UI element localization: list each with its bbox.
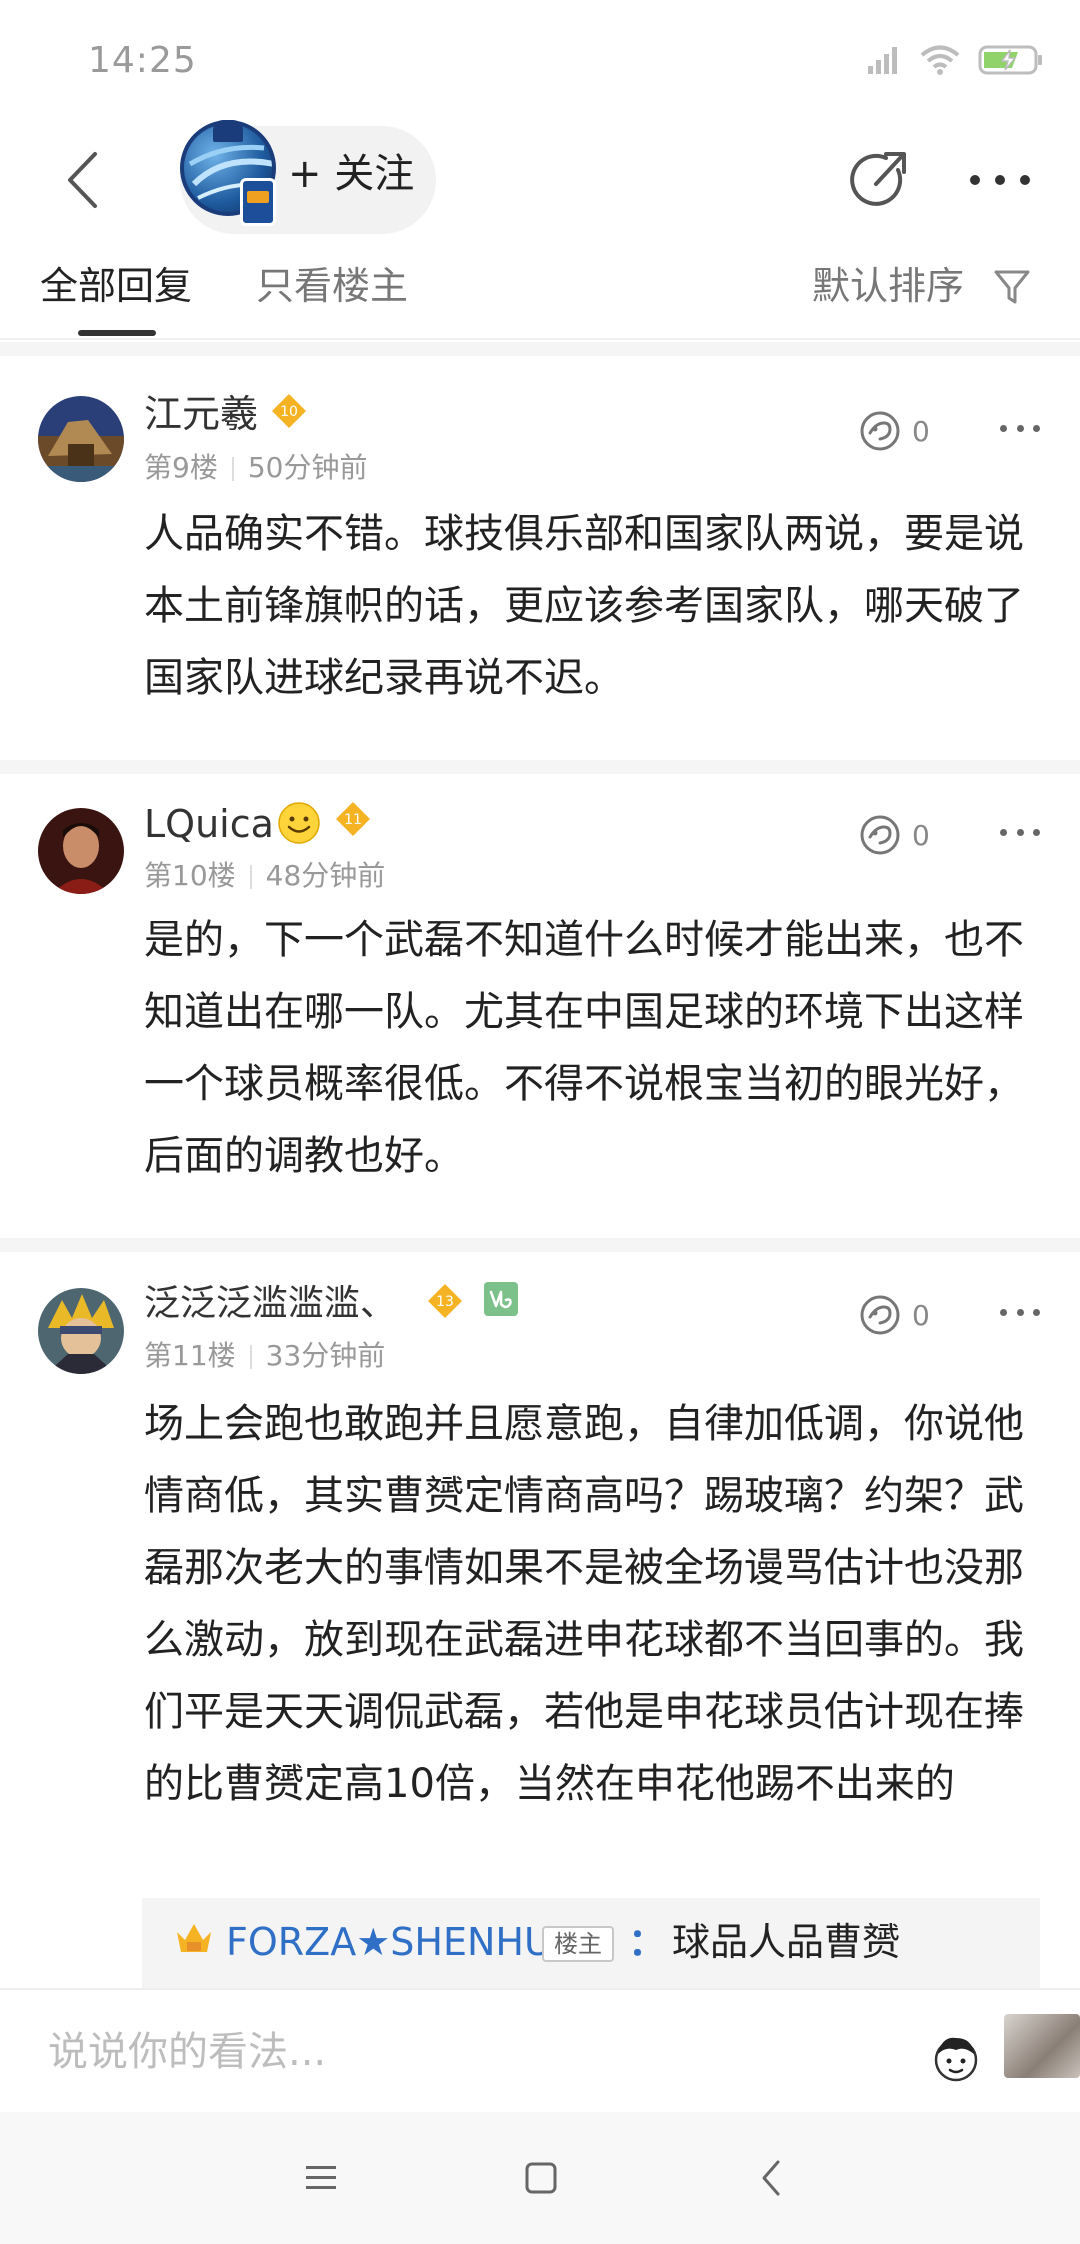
comment-input-bar: 说说你的看法... xyxy=(0,1988,1080,2112)
filter-icon[interactable] xyxy=(992,266,1032,306)
level-badge-icon: 13 xyxy=(428,1284,462,1318)
like-count: 0 xyxy=(912,818,930,852)
wifi-icon xyxy=(920,45,960,75)
more-dot-icon xyxy=(1033,1308,1040,1316)
level-number: 10 xyxy=(280,404,298,420)
smiley-emoji-icon xyxy=(278,802,320,844)
share-button[interactable] xyxy=(840,140,920,220)
comment-floor-11: 泛泛泛滥滥滥、 13 第11楼 33分钟前 0 场上会跑也敢跑并且愿意跑，自律加低… xyxy=(0,1252,1080,1988)
follow-label: + 关注 xyxy=(288,151,415,197)
nav-back-icon[interactable] xyxy=(746,2156,796,2200)
comment-text: 场上会跑也敢跑并且愿意跑，自律加低调，你说他情商低，其实曹赟定情商高吗？踢玻璃？… xyxy=(144,1401,1024,1807)
meta-divider xyxy=(231,457,234,481)
meta-divider xyxy=(249,1345,252,1369)
more-dot-icon xyxy=(1000,424,1007,432)
floor-number: 第9楼 xyxy=(144,451,218,484)
more-dot-icon xyxy=(995,175,1005,185)
comment-floor-9: 江元羲 10 第9楼 50分钟前 0 人品确实不错。球技俱乐部和国家队两说，要是说… xyxy=(0,356,1080,760)
floor-number: 第11楼 xyxy=(144,1339,236,1372)
reply-tabs: 全部回复 只看楼主 默认排序 xyxy=(0,240,1080,340)
post-time: 48分钟前 xyxy=(265,859,386,892)
like-button[interactable]: 0 xyxy=(858,1290,948,1340)
comment-meta: 第9楼 50分钟前 xyxy=(144,448,367,488)
reply-colon: ： xyxy=(628,1920,667,1964)
like-count: 0 xyxy=(912,1298,930,1332)
tab-all-replies[interactable]: 全部回复 xyxy=(40,260,192,312)
more-dot-icon xyxy=(1016,424,1024,432)
battery-charging-icon xyxy=(978,45,1042,75)
comment-more-button[interactable] xyxy=(1000,822,1040,842)
comment-input[interactable]: 说说你的看法... xyxy=(48,2026,326,2078)
comment-more-button[interactable] xyxy=(1000,1302,1040,1322)
more-dot-icon xyxy=(1033,828,1040,836)
more-dot-icon xyxy=(1016,828,1024,836)
section-divider xyxy=(0,1238,1080,1252)
status-bar: 14:25 xyxy=(0,0,1080,120)
user-avatar-image xyxy=(38,808,124,894)
section-divider xyxy=(0,342,1080,356)
username[interactable]: LQuica xyxy=(144,800,274,848)
more-dot-icon xyxy=(1033,424,1040,432)
share-icon xyxy=(850,152,906,206)
more-dot-icon xyxy=(1000,1308,1007,1316)
menu-icon[interactable] xyxy=(296,2156,346,2200)
post-replies-screen: 14:25 + 关注 全部回复 只看楼主 默认排序 江元羲 10 第9楼 50分… xyxy=(0,0,1080,2244)
level-badge-icon: 11 xyxy=(336,802,370,836)
username[interactable]: 江元羲 xyxy=(144,390,258,438)
more-dot-icon xyxy=(1020,175,1030,185)
thumbs-up-icon xyxy=(860,815,900,855)
comment-floor-10: LQuica 11 第10楼 48分钟前 0 是的，下一个武磊不知道什么时候才能出 xyxy=(0,774,1080,1238)
forum-official-badge xyxy=(240,178,276,226)
comment-text: 人品确实不错。球技俱乐部和国家队两说，要是说本土前锋旗帜的话，更应该参考国家队，… xyxy=(144,511,1024,701)
floor-number: 第10楼 xyxy=(144,859,236,892)
more-dot-icon xyxy=(970,175,980,185)
level-number: 13 xyxy=(436,1294,454,1310)
system-navigation-bar xyxy=(0,2112,1080,2244)
tab-owner-only[interactable]: 只看楼主 xyxy=(256,260,408,312)
thumbs-up-icon xyxy=(860,411,900,451)
thumbs-up-icon xyxy=(860,1295,900,1335)
header-bar: + 关注 xyxy=(0,120,1080,240)
username-text: LQuica xyxy=(144,802,274,846)
like-button[interactable]: 0 xyxy=(858,406,948,456)
emoji-sticker-icon[interactable] xyxy=(928,2030,984,2086)
post-time: 33分钟前 xyxy=(265,1339,386,1372)
more-dot-icon xyxy=(1000,828,1007,836)
reply-text: 球品人品曹赟 xyxy=(672,1920,901,1964)
sub-reply-preview[interactable]: FORZA★SHENHUA 楼主 ： 球品人品曹赟 xyxy=(142,1898,1040,1988)
user-avatar[interactable] xyxy=(38,396,124,482)
forum-star-icon xyxy=(213,120,243,142)
meta-divider xyxy=(249,865,252,889)
home-icon[interactable] xyxy=(516,2156,566,2200)
comment-meta: 第10楼 48分钟前 xyxy=(144,856,385,896)
more-options-button[interactable] xyxy=(970,140,1030,220)
active-tab-indicator xyxy=(78,330,156,336)
status-time: 14:25 xyxy=(88,40,197,81)
capricorn-zodiac-icon xyxy=(484,1282,518,1316)
like-count: 0 xyxy=(912,414,930,448)
user-avatar[interactable] xyxy=(38,808,124,894)
user-avatar-image xyxy=(38,396,124,482)
comment-meta: 第11楼 33分钟前 xyxy=(144,1336,385,1376)
post-time: 50分钟前 xyxy=(247,451,368,484)
owner-tag: 楼主 xyxy=(542,1926,614,1962)
level-badge-icon: 10 xyxy=(272,394,306,428)
chevron-left-icon xyxy=(68,152,97,208)
user-avatar[interactable] xyxy=(38,1288,124,1374)
comment-more-button[interactable] xyxy=(1000,418,1040,438)
like-button[interactable]: 0 xyxy=(858,810,948,860)
username[interactable]: 泛泛泛滥滥滥、 xyxy=(144,1280,396,1328)
comment-text: 是的，下一个武磊不知道什么时候才能出来，也不知道出在哪一队。尤其在中国足球的环境… xyxy=(144,917,1024,1179)
back-button[interactable] xyxy=(52,140,112,220)
sticker-thumbnail[interactable] xyxy=(1004,2014,1080,2078)
section-divider xyxy=(0,760,1080,774)
sort-dropdown[interactable]: 默认排序 xyxy=(812,260,964,312)
more-dot-icon xyxy=(1016,1308,1024,1316)
user-avatar-image xyxy=(38,1288,124,1374)
reply-author[interactable]: FORZA★SHENHUA xyxy=(226,1916,578,1968)
crown-badge-icon xyxy=(177,1924,211,1952)
signal-icon xyxy=(868,47,897,74)
status-icons xyxy=(866,40,1044,80)
level-number: 11 xyxy=(344,812,362,828)
